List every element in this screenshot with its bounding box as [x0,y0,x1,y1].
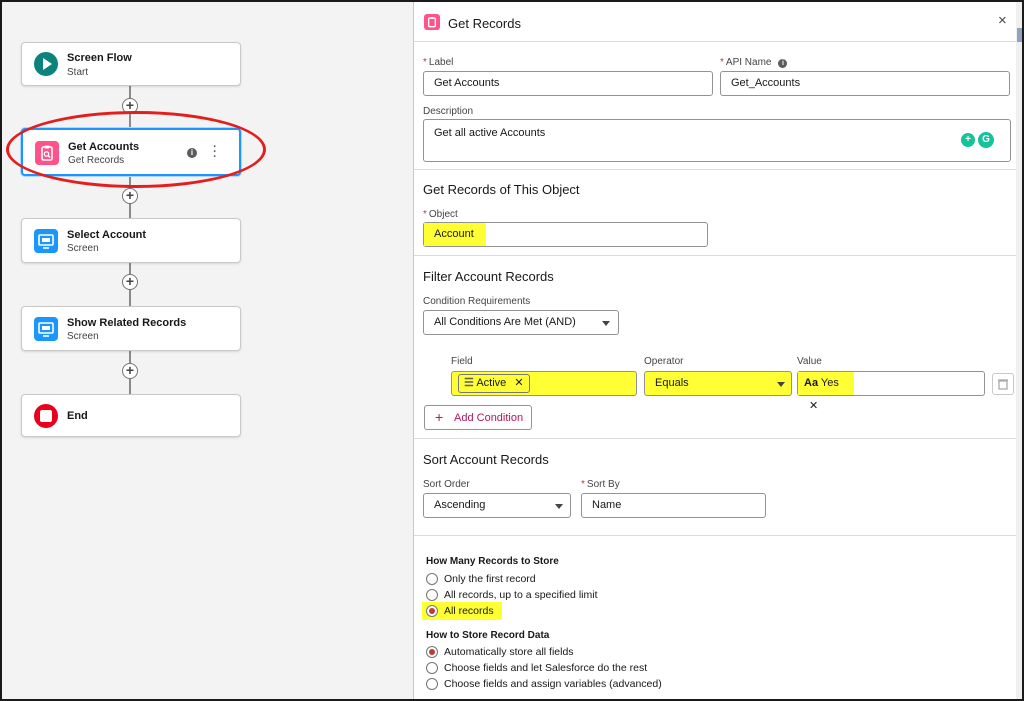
annotation-circle [6,111,266,188]
radio-label: Only the first record [444,573,536,585]
field-pill[interactable]: ☰ Active ✕ [458,374,530,393]
radio-label: Choose fields and let Salesforce do the … [444,662,648,674]
radio-first-record[interactable] [426,573,438,585]
node-title: Show Related Records [67,317,187,329]
add-snippet-icon[interactable]: + [961,133,975,147]
sort-by-label: * Sort By [581,479,620,490]
object-input[interactable]: Account [423,222,708,247]
node-subtitle: Screen [67,331,99,342]
radio-store-all-fields[interactable] [426,646,438,658]
radio-assign-variables[interactable] [426,678,438,690]
object-label: * Object [423,209,458,220]
node-title: End [67,410,88,422]
api-name-input[interactable]: Get_Accounts [720,71,1010,96]
condition-requirements-select[interactable]: All Conditions Are Met (AND) [423,310,619,335]
panel-title: Get Records [448,16,521,31]
value-pill[interactable]: Aa Yes ✕ [798,372,854,412]
radio-label: Automatically store all fields [444,646,574,658]
api-name-label: * API Name i [720,57,788,68]
label-input[interactable]: Get Accounts [423,71,713,96]
text-type-icon: Aa [804,377,819,389]
sort-order-select[interactable]: Ascending [423,493,571,518]
add-element-button[interactable]: + [122,188,138,204]
collapse-panel-icon[interactable] [1017,28,1022,42]
section-title: Filter Account Records [423,269,554,284]
close-button[interactable]: × [998,12,1007,29]
add-element-button[interactable]: + [122,274,138,290]
screenshot-frame: + + + + Screen Flow Start Get Accounts G… [0,0,1024,701]
flow-canvas: + + + + Screen Flow Start Get Accounts G… [2,2,413,699]
plus-icon: + [435,409,444,425]
flow-node-show-related-records[interactable]: Show Related Records Screen [21,306,241,351]
description-label: Description [423,106,474,117]
value-input[interactable]: Aa Yes ✕ [797,371,985,412]
store-section: How Many Records to Store Only the first… [414,536,1016,699]
stop-icon [34,404,58,428]
field-header: Field [451,356,473,367]
store-data-title: How to Store Record Data [426,630,550,641]
store-count-title: How Many Records to Store [426,556,559,567]
section-title: Get Records of This Object [423,182,580,197]
operator-header: Operator [644,356,684,367]
radio-choose-fields[interactable] [426,662,438,674]
label-field-label: * Label [423,57,454,68]
flow-node-start[interactable]: Screen Flow Start [21,42,241,86]
basic-info-section: * Label Get Accounts * API Name i Get_Accou… [414,42,1016,170]
radio-label: All records, up to a specified limit [444,589,598,601]
radio-label: Choose fields and assign variables (adva… [444,678,662,690]
list-icon: ☰ [464,377,474,389]
info-icon[interactable]: i [778,59,788,68]
node-title: Screen Flow [67,52,132,64]
operator-select[interactable]: Equals [644,371,792,396]
play-icon [34,52,58,76]
scrollbar[interactable] [1016,2,1022,699]
chevron-down-icon [777,382,785,387]
remove-icon[interactable]: ✕ [514,377,523,389]
sort-by-input[interactable]: Name [581,493,766,518]
properties-panel: Get Records × * Label Get Accounts * API N… [413,2,1022,699]
radio-label: All records [444,605,494,617]
screen-icon [34,317,58,341]
node-subtitle: Start [67,67,89,78]
get-records-icon [424,14,440,30]
chevron-down-icon [555,504,563,509]
flow-node-end[interactable]: End [21,394,241,437]
field-input[interactable]: ☰ Active ✕ [451,371,637,396]
remove-icon[interactable]: ✕ [809,400,818,412]
object-section: Get Records of This Object * Object Accou… [414,170,1016,256]
add-condition-button[interactable]: + Add Condition [424,405,532,430]
sort-order-label: Sort Order [423,479,470,490]
delete-condition-button[interactable] [992,373,1014,395]
panel-header: Get Records × [414,2,1016,42]
flow-node-select-account[interactable]: Select Account Screen [21,218,241,263]
description-textarea[interactable]: Get all active Accounts [423,119,1011,162]
chevron-down-icon [602,321,610,326]
screen-icon [34,229,58,253]
sort-section: Sort Account Records Sort Order Ascendin… [414,439,1016,536]
section-title: Sort Account Records [423,452,549,467]
add-element-button[interactable]: + [122,363,138,379]
node-subtitle: Screen [67,243,99,254]
node-title: Select Account [67,229,147,241]
value-header: Value [797,356,822,367]
trash-icon [998,379,1008,390]
radio-all-records[interactable] [426,605,438,617]
filter-section: Filter Account Records Condition Require… [414,256,1016,439]
radio-limit-records[interactable] [426,589,438,601]
condition-requirements-label: Condition Requirements [423,296,531,307]
grammarly-icon[interactable]: G [978,132,994,148]
